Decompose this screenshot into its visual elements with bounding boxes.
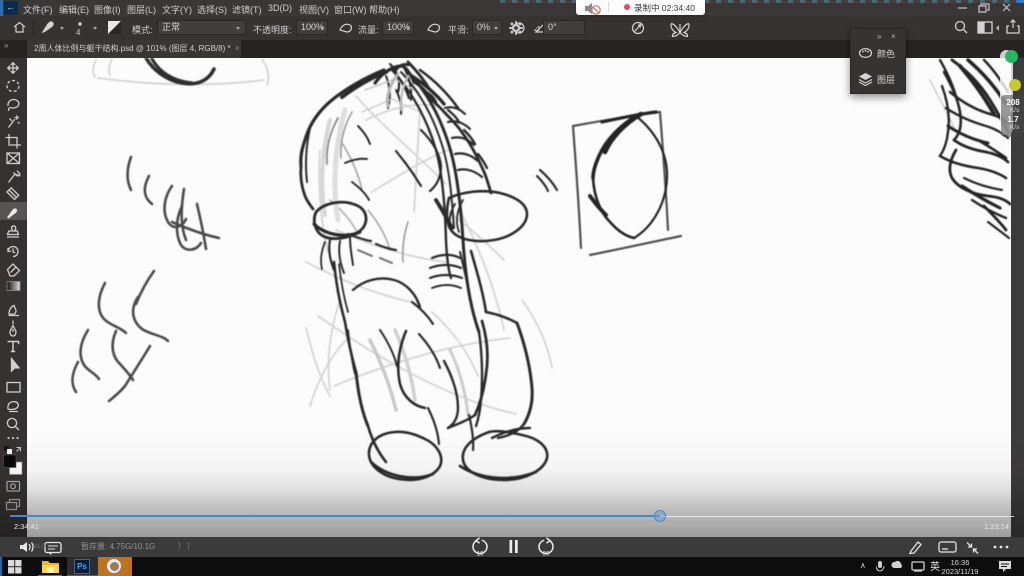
svg-text:4: 4 [76,28,81,37]
